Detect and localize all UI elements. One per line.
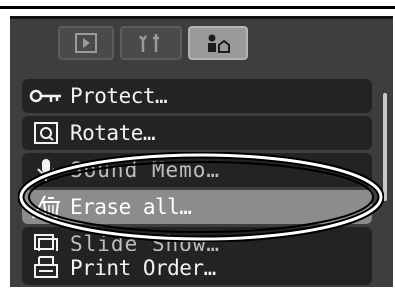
menu-item-label: Erase all… [70,195,192,219]
menu-item-protect[interactable]: Protect… [22,79,372,113]
microphone-icon [28,153,64,187]
tab-tools[interactable] [120,26,182,60]
tab-my-menu[interactable] [188,26,248,60]
tab-playback[interactable] [58,26,114,60]
menu-item-sound-memo[interactable]: Sound Memo… [22,153,372,187]
top-rule [0,6,395,9]
menu-tabs [10,19,393,71]
key-icon [28,79,64,113]
scrollbar[interactable] [383,93,387,201]
menu-item-rotate[interactable]: Rotate… [22,116,372,150]
menu-item-label: Rotate… [70,121,156,145]
menu-item-label: Print Order… [70,256,216,280]
my-menu-icon [205,32,231,54]
tools-icon [138,32,164,54]
menu-item-erase-all[interactable]: Erase all… [22,190,372,224]
rotate-icon [28,116,64,150]
menu-item-label: Sound Memo… [70,158,221,182]
menu-item-label: Protect… [70,84,168,108]
camera-menu-screen: Protect… Rotate… Sound Memo… Erase all… … [10,16,393,287]
erase-all-icon [28,190,64,224]
play-icon [75,33,97,53]
menu-item-print-order[interactable]: Print Order… [22,251,372,285]
print-order-icon [28,251,64,285]
